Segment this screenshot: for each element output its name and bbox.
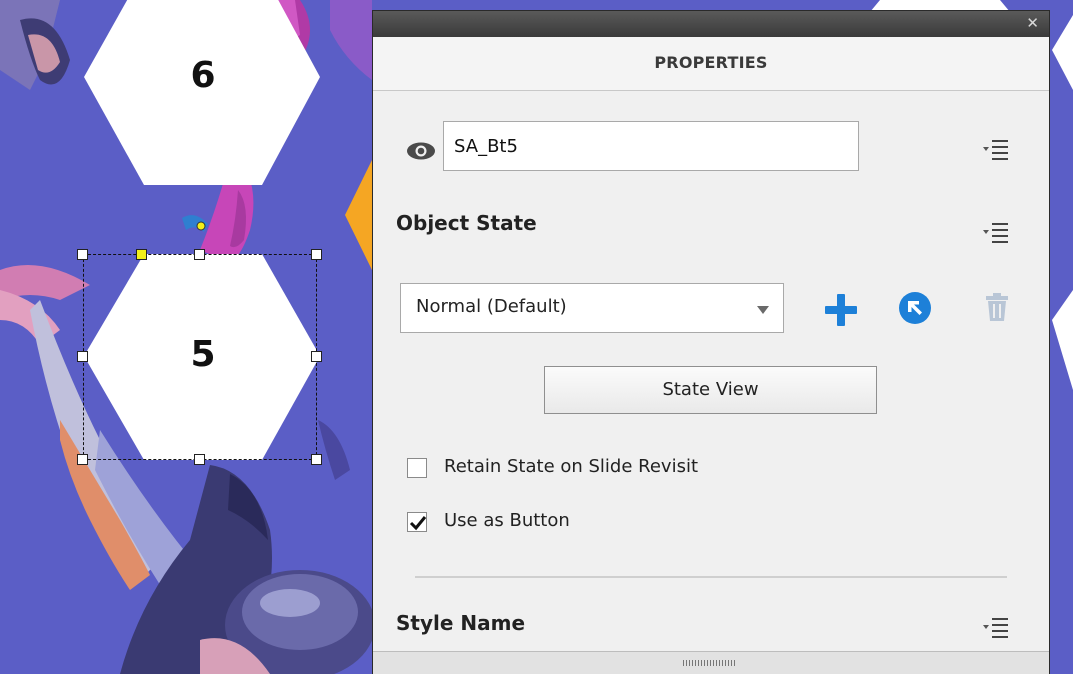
state-dropdown-value: Normal (Default) — [416, 296, 567, 317]
properties-panel: ✕ PROPERTIES Object State Normal (Defaul… — [372, 10, 1050, 674]
close-icon[interactable]: ✕ — [1026, 15, 1039, 31]
hexagon-6-label: 6 — [190, 55, 216, 96]
resize-grip-icon[interactable] — [683, 660, 735, 666]
use-as-button-checkbox[interactable] — [407, 512, 427, 532]
selection-box[interactable] — [83, 254, 317, 460]
section-divider — [415, 576, 1007, 578]
resize-handle-bottom[interactable] — [194, 454, 205, 465]
use-as-button-label: Use as Button — [444, 510, 570, 531]
object-state-menu-icon[interactable] — [983, 221, 1009, 243]
resize-handle-right[interactable] — [311, 351, 322, 362]
checkmark-icon — [409, 516, 427, 531]
state-view-button[interactable]: State View — [544, 366, 877, 414]
style-name-menu-icon[interactable] — [983, 616, 1009, 638]
name-options-menu-icon[interactable] — [983, 138, 1009, 160]
resize-handle-bottom-right[interactable] — [311, 454, 322, 465]
object-state-title: Object State — [396, 211, 537, 235]
retain-state-checkbox[interactable] — [407, 458, 427, 478]
object-name-input[interactable] — [443, 121, 859, 171]
resize-handle-top-right[interactable] — [311, 249, 322, 260]
retain-state-label: Retain State on Slide Revisit — [444, 456, 699, 477]
trash-icon — [986, 293, 1008, 321]
state-dropdown[interactable]: Normal (Default) — [400, 283, 784, 333]
panel-titlebar[interactable]: ✕ — [373, 11, 1049, 37]
resize-handle-top[interactable] — [194, 249, 205, 260]
panel-resize-bar[interactable] — [373, 651, 1049, 674]
resize-handle-top-left[interactable] — [77, 249, 88, 260]
eye-icon[interactable] — [406, 142, 436, 160]
properties-tab[interactable]: PROPERTIES — [373, 37, 1049, 91]
chevron-down-icon — [757, 306, 769, 314]
go-to-state-icon[interactable] — [898, 291, 932, 325]
resize-handle-top-inner[interactable] — [136, 249, 147, 260]
resize-handle-left[interactable] — [77, 351, 88, 362]
add-state-icon[interactable] — [825, 294, 857, 326]
style-name-title: Style Name — [396, 611, 526, 635]
resize-handle-bottom-left[interactable] — [77, 454, 88, 465]
